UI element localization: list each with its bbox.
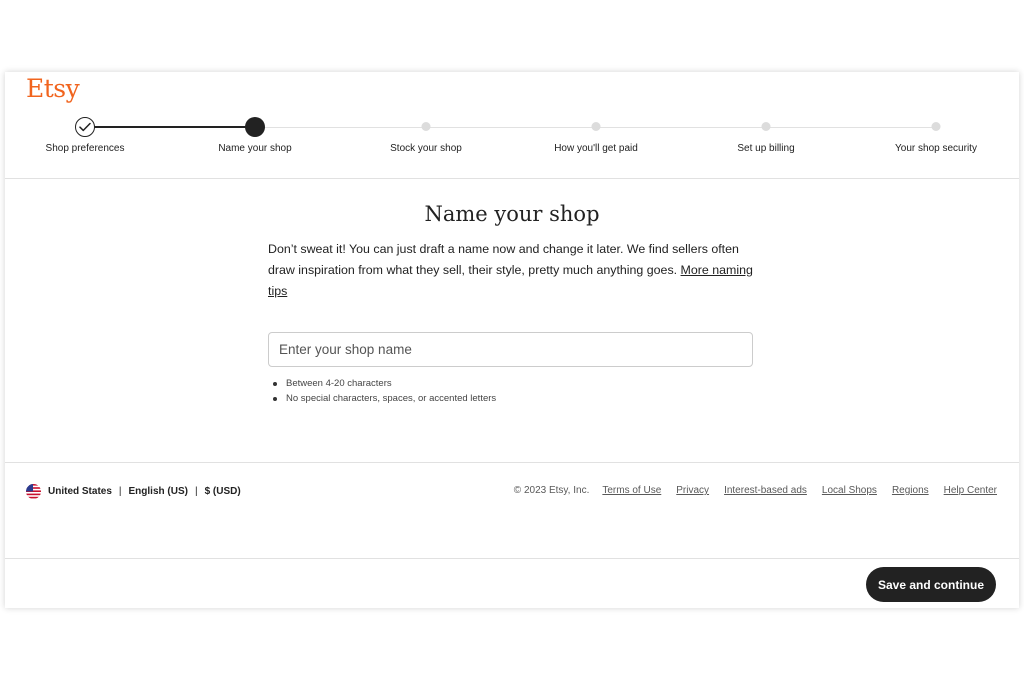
privacy-link[interactable]: Privacy xyxy=(676,485,709,496)
step-label-billing: Set up billing xyxy=(737,143,795,154)
requirement-length: Between 4-20 characters xyxy=(273,376,496,391)
page-frame: Etsy Shop preferences Name your shop Sto… xyxy=(5,72,1019,608)
separator: | xyxy=(118,486,122,497)
language-label: English (US) xyxy=(128,486,188,497)
footer-links: © 2023 Etsy, Inc. Terms of Use Privacy I… xyxy=(514,485,997,496)
step-marker-security xyxy=(931,122,941,131)
save-and-continue-button[interactable]: Save and continue xyxy=(866,567,996,602)
page-title: Name your shop xyxy=(424,202,600,226)
name-requirements-list: Between 4-20 characters No special chara… xyxy=(273,376,496,406)
currency-label: $ (USD) xyxy=(204,486,241,497)
intro-text: Don’t sweat it! You can just draft a nam… xyxy=(268,239,758,302)
action-bar-divider xyxy=(5,558,1019,559)
terms-of-use-link[interactable]: Terms of Use xyxy=(602,485,661,496)
locale-settings[interactable]: United States | English (US) | $ (USD) xyxy=(26,484,241,499)
local-shops-link[interactable]: Local Shops xyxy=(822,485,877,496)
step-label-security: Your shop security xyxy=(895,143,977,154)
shop-name-input[interactable] xyxy=(268,332,753,367)
checkmark-icon xyxy=(79,122,91,132)
step-marker-name-your-shop xyxy=(245,117,265,137)
footer-divider xyxy=(5,462,1019,463)
step-label-get-paid: How you'll get paid xyxy=(554,143,638,154)
us-flag-icon xyxy=(26,484,41,499)
step-label-name-your-shop: Name your shop xyxy=(218,143,292,154)
separator: | xyxy=(194,486,198,497)
help-center-link[interactable]: Help Center xyxy=(944,485,997,496)
progress-stepper: Shop preferences Name your shop Stock yo… xyxy=(5,112,1019,162)
regions-link[interactable]: Regions xyxy=(892,485,929,496)
region-label: United States xyxy=(48,486,112,497)
step-marker-shop-preferences xyxy=(75,117,95,137)
step-label-shop-preferences: Shop preferences xyxy=(45,143,125,154)
interest-based-ads-link[interactable]: Interest-based ads xyxy=(724,485,807,496)
stepper-line-completed xyxy=(85,126,255,128)
etsy-logo[interactable]: Etsy xyxy=(26,74,80,103)
step-marker-billing xyxy=(761,122,771,131)
requirement-characters: No special characters, spaces, or accent… xyxy=(273,391,496,406)
step-marker-get-paid xyxy=(591,122,601,131)
step-label-stock-your-shop: Stock your shop xyxy=(390,143,462,154)
intro-body: Don’t sweat it! You can just draft a nam… xyxy=(268,242,739,277)
header-divider xyxy=(5,178,1019,179)
copyright-text: © 2023 Etsy, Inc. xyxy=(513,485,590,496)
step-marker-stock-your-shop xyxy=(421,122,431,131)
